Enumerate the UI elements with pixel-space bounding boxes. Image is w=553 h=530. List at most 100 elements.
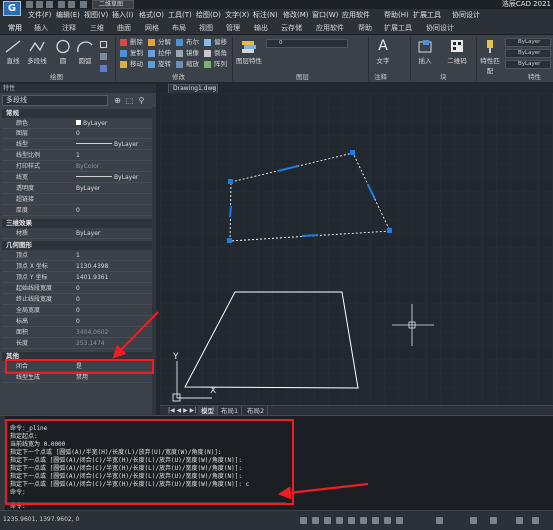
menu-window[interactable]: 窗口(W) bbox=[312, 9, 338, 22]
menu-text[interactable]: 文字(X) bbox=[225, 9, 249, 22]
menu-ext-tools[interactable]: 扩展工具 bbox=[413, 9, 441, 22]
tab-3d[interactable]: 三维 bbox=[90, 22, 104, 34]
hatch-button[interactable] bbox=[100, 51, 110, 61]
prop-row-transparency[interactable]: 透明度 ByLayer bbox=[2, 184, 153, 194]
tab-annotate[interactable]: 注释 bbox=[62, 22, 76, 34]
menu-dimension[interactable]: 标注(N) bbox=[253, 9, 278, 22]
tab-layout[interactable]: 布局 bbox=[172, 22, 186, 34]
section-3d-effects[interactable]: 三维效果 bbox=[2, 219, 153, 228]
print-icon[interactable] bbox=[80, 1, 87, 8]
drawing-canvas[interactable]: Y X bbox=[160, 93, 553, 405]
tab-cloud[interactable]: 云存储 bbox=[281, 22, 302, 34]
match-properties-button[interactable]: 特性匹配 bbox=[479, 39, 501, 75]
prop-row-linetype[interactable]: 线型 ByLayer bbox=[2, 140, 153, 150]
tab-ext-tools[interactable]: 扩展工具 bbox=[384, 22, 412, 34]
rotate-button[interactable]: 旋转 bbox=[148, 59, 171, 69]
tab-help[interactable]: 帮助 bbox=[358, 22, 372, 34]
tab-insert[interactable]: 插入 bbox=[34, 22, 48, 34]
region-button[interactable] bbox=[100, 63, 110, 73]
fullscreen-icon[interactable] bbox=[516, 517, 523, 524]
app-logo[interactable]: G bbox=[3, 1, 21, 16]
selection-cycling-icon[interactable] bbox=[396, 517, 403, 524]
undo-icon[interactable] bbox=[58, 1, 65, 8]
boolean-button[interactable]: 布尔 bbox=[176, 37, 199, 47]
vertex-grip[interactable] bbox=[228, 179, 233, 184]
polar-tracking-icon[interactable] bbox=[336, 517, 343, 524]
erase-button[interactable]: 删除 bbox=[120, 37, 143, 47]
menu-format[interactable]: 格式(O) bbox=[139, 9, 164, 22]
prop-row-end-width[interactable]: 终止线段宽度 0 bbox=[2, 295, 153, 305]
tab-home[interactable]: 常用 bbox=[8, 22, 22, 34]
section-general[interactable]: 常规 bbox=[2, 109, 153, 118]
array-button[interactable]: 阵列 bbox=[204, 59, 227, 69]
select-objects-icon[interactable]: ⬚ bbox=[125, 96, 134, 105]
prop-row-vertex[interactable]: 顶点 1 bbox=[2, 251, 153, 261]
chamfer-button[interactable]: 倒角 bbox=[204, 48, 227, 58]
menu-modify[interactable]: 修改(M) bbox=[283, 9, 309, 22]
explode-button[interactable]: 分解 bbox=[148, 37, 171, 47]
midpoint-grip[interactable] bbox=[229, 205, 232, 218]
menu-insert[interactable]: 插入(I) bbox=[112, 9, 134, 22]
new-file-icon[interactable] bbox=[26, 1, 33, 8]
prop-row-linetype-generation[interactable]: 线型生成 禁用 bbox=[2, 373, 153, 383]
tab-manage[interactable]: 管理 bbox=[226, 22, 240, 34]
tab-apps[interactable]: 应用软件 bbox=[316, 22, 344, 34]
menu-edit[interactable]: 编辑(E) bbox=[56, 9, 80, 22]
prop-row-thickness[interactable]: 厚度 0 bbox=[2, 206, 153, 216]
mirror-button[interactable]: 镜像 bbox=[176, 48, 199, 58]
properties-scrollbar[interactable] bbox=[152, 107, 156, 427]
polyline-button[interactable]: 多段线 bbox=[26, 39, 48, 65]
toggle-pickadd-icon[interactable]: ⊕ bbox=[113, 96, 122, 105]
lineweight-display-icon[interactable] bbox=[372, 517, 379, 524]
open-file-icon[interactable] bbox=[36, 1, 43, 8]
tab-view[interactable]: 视图 bbox=[199, 22, 213, 34]
color-dropdown[interactable]: ByLayer bbox=[505, 38, 551, 47]
lock-ui-icon[interactable] bbox=[490, 517, 497, 524]
lineweight-dropdown[interactable]: ByLayer bbox=[505, 60, 551, 69]
object-type-select[interactable]: 多段线 bbox=[2, 95, 108, 106]
close-document-icon[interactable]: × bbox=[211, 84, 216, 93]
prop-row-plot-style[interactable]: 打印样式 ByColor bbox=[2, 162, 153, 172]
line-button[interactable]: 直线 bbox=[2, 39, 24, 65]
prop-row-start-width[interactable]: 起始线段宽度 0 bbox=[2, 284, 153, 294]
layer-properties-button[interactable]: 图层特性 bbox=[236, 39, 262, 65]
prop-row-length[interactable]: 长度 253.1474 bbox=[2, 339, 153, 349]
prop-row-elevation[interactable]: 标高 0 bbox=[2, 317, 153, 327]
menu-tools[interactable]: 工具(T) bbox=[168, 9, 192, 22]
prop-row-vertex-x[interactable]: 顶点 X 坐标 1130.4398 bbox=[2, 262, 153, 272]
snap-mode-icon[interactable] bbox=[300, 517, 307, 524]
prop-row-lineweight[interactable]: 线宽 ByLayer bbox=[2, 173, 153, 183]
tab-output[interactable]: 输出 bbox=[254, 22, 268, 34]
grid-mode-icon[interactable] bbox=[312, 517, 319, 524]
annotation-scale-icon[interactable] bbox=[436, 517, 443, 524]
midpoint-grip[interactable] bbox=[301, 234, 319, 237]
layout-nav-buttons[interactable]: |◀ ◀ ▶ ▶| bbox=[168, 407, 196, 415]
prop-row-vertex-y[interactable]: 顶点 Y 坐标 1401.9361 bbox=[2, 273, 153, 283]
workspace-switch-icon[interactable] bbox=[470, 517, 477, 524]
workspace-select[interactable]: 二维草图 bbox=[92, 0, 134, 9]
tab-mesh[interactable]: 网格 bbox=[145, 22, 159, 34]
object-snap-icon[interactable] bbox=[348, 517, 355, 524]
copy-button[interactable]: 复制 bbox=[120, 48, 143, 58]
save-icon[interactable] bbox=[46, 1, 53, 8]
menu-view[interactable]: 视图(V) bbox=[84, 9, 108, 22]
customize-status-icon[interactable] bbox=[532, 517, 539, 524]
object-snap-tracking-icon[interactable] bbox=[360, 517, 367, 524]
vertex-grip[interactable] bbox=[350, 150, 355, 155]
menu-draw[interactable]: 绘图(D) bbox=[196, 9, 221, 22]
layer-dropdown[interactable]: 0 bbox=[266, 39, 348, 48]
prop-row-hyperlink[interactable]: 超链接 bbox=[2, 195, 153, 205]
prop-row-layer[interactable]: 图层 0 bbox=[2, 129, 153, 139]
menu-apps[interactable]: 应用软件 bbox=[342, 9, 370, 22]
menu-help[interactable]: 帮助(H) bbox=[384, 9, 409, 22]
tab-collab[interactable]: 协同设计 bbox=[426, 22, 454, 34]
move-button[interactable]: 移动 bbox=[120, 59, 143, 69]
circle-button[interactable]: 圆 bbox=[52, 39, 74, 65]
prop-row-area[interactable]: 面积 3404.0602 bbox=[2, 328, 153, 338]
linetype-dropdown[interactable]: ByLayer bbox=[505, 49, 551, 58]
ortho-mode-icon[interactable] bbox=[324, 517, 331, 524]
menu-collab[interactable]: 协同设计 bbox=[452, 9, 480, 22]
prop-row-global-width[interactable]: 全局宽度 0 bbox=[2, 306, 153, 316]
section-geometry[interactable]: 几何图形 bbox=[2, 241, 153, 250]
redo-icon[interactable] bbox=[68, 1, 75, 8]
